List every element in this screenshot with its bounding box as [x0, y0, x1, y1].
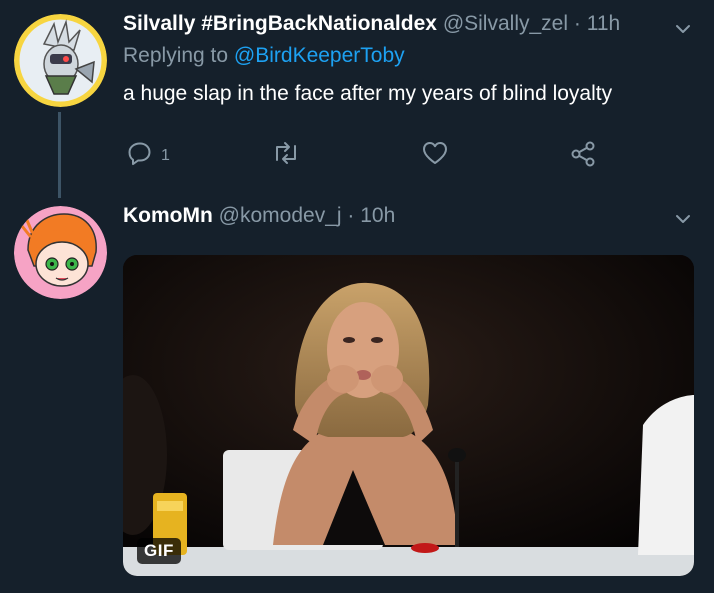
separator: · — [347, 204, 355, 227]
chevron-down-icon[interactable] — [672, 18, 694, 40]
replying-to: Replying to @BirdKeeperToby — [123, 44, 405, 68]
tweet-header: KomoMn @komodev_j · 10h — [123, 204, 395, 228]
timestamp[interactable]: 10h — [360, 204, 395, 227]
replying-prefix: Replying to — [123, 44, 229, 67]
display-name[interactable]: Silvally #BringBackNationaldex — [123, 12, 437, 35]
like-icon — [421, 140, 449, 171]
gif-media[interactable]: GIF — [123, 255, 694, 576]
share-icon — [569, 140, 597, 173]
reply-count: 1 — [161, 146, 170, 164]
gif-badge: GIF — [137, 538, 181, 564]
tweet-text: a huge slap in the face after my years o… — [123, 82, 613, 105]
chevron-down-icon[interactable] — [672, 208, 694, 230]
tweet-komomn[interactable]: KomoMn @komodev_j · 10h GIF — [0, 200, 714, 593]
separator: · — [573, 12, 581, 35]
tweet-header: Silvally #BringBackNationaldex @Silvally… — [123, 12, 620, 36]
reply-button[interactable]: 1 — [127, 140, 170, 171]
retweet-button[interactable] — [271, 140, 301, 171]
like-button[interactable] — [421, 140, 449, 171]
avatar[interactable] — [14, 14, 107, 107]
handle[interactable]: @komodev_j — [219, 204, 342, 227]
timestamp[interactable]: 11h — [587, 12, 620, 35]
mention-link[interactable]: @BirdKeeperToby — [234, 44, 405, 67]
avatar[interactable] — [14, 206, 107, 299]
retweet-icon — [271, 140, 301, 171]
reply-icon — [127, 140, 153, 171]
display-name[interactable]: KomoMn — [123, 204, 213, 227]
handle[interactable]: @Silvally_zel — [443, 12, 568, 35]
thread-line — [58, 112, 61, 198]
tweet-silvally[interactable]: Silvally #BringBackNationaldex @Silvally… — [0, 0, 714, 200]
action-bar: 1 — [123, 140, 623, 170]
share-button[interactable] — [569, 140, 597, 173]
gif-frame — [123, 255, 694, 576]
